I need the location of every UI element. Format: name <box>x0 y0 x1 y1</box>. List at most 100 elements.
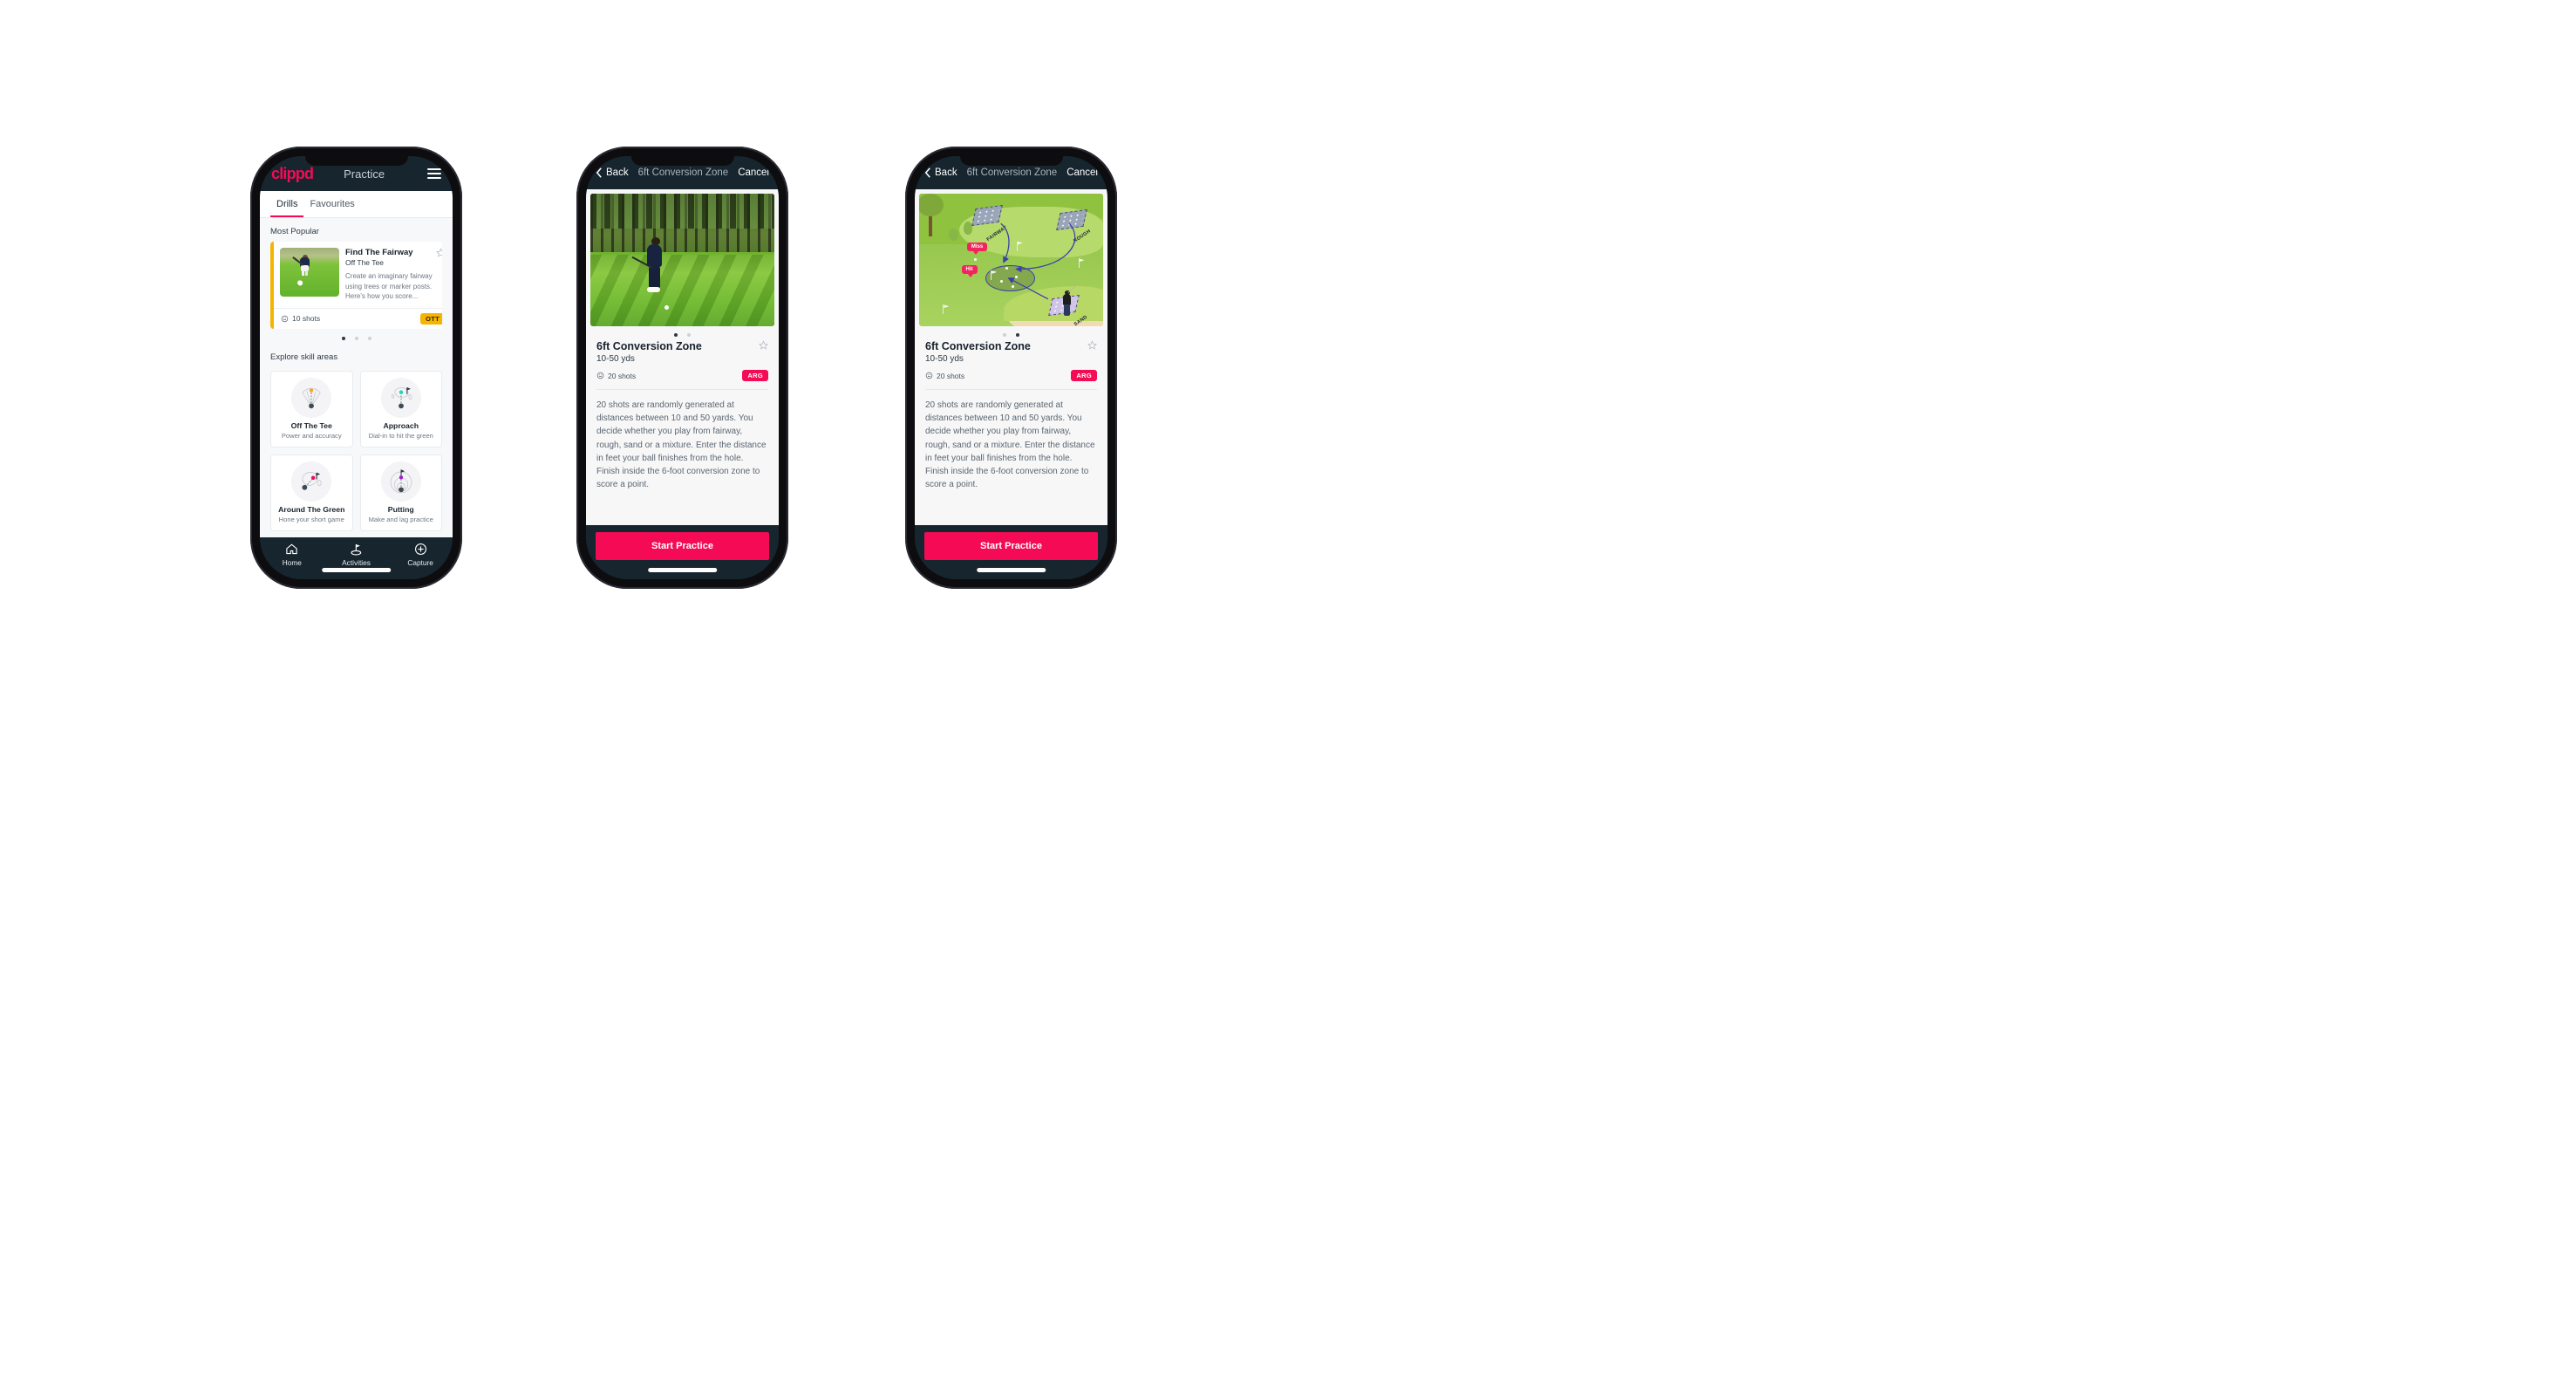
modal-title: 6ft Conversion Zone <box>966 167 1058 178</box>
flag-pin-icon <box>1016 241 1018 251</box>
skill-desc: Power and accuracy <box>281 431 342 440</box>
drill-info: 6ft Conversion Zone 10-50 yds 20 shots A… <box>586 338 779 381</box>
star-outline-icon[interactable] <box>759 340 768 350</box>
golf-ball <box>1014 276 1018 279</box>
drill-detail-body: 6ft Conversion Zone 10-50 yds 20 shots A… <box>586 189 779 525</box>
drill-media-illustration[interactable]: FAIRWAY ROUGH SAND Miss Hit <box>919 194 1103 326</box>
carousel-dot-2[interactable] <box>354 336 358 340</box>
drill-distance: 10-50 yds <box>925 354 964 364</box>
carousel-dot-1[interactable] <box>674 333 678 337</box>
skill-desc: Dial-in to hit the green <box>368 431 433 440</box>
drill-badge-arg: ARG <box>742 370 768 381</box>
cancel-button[interactable]: Cancel <box>1067 167 1098 178</box>
approach-green-icon <box>380 377 421 418</box>
flag-pin-icon <box>991 270 992 281</box>
flag-pin-icon <box>943 304 944 315</box>
drill-shots-label: 20 shots <box>608 371 637 380</box>
bottom-nav: Home Activities Capture <box>260 537 453 579</box>
home-indicator <box>976 568 1046 572</box>
nav-label: Home <box>282 558 302 567</box>
phone-notch <box>630 156 734 166</box>
section-heading-most-popular: Most Popular <box>270 227 319 236</box>
flag-pin-icon <box>1078 258 1080 269</box>
tab-drills[interactable]: Drills <box>270 191 304 217</box>
drill-card-find-the-fairway[interactable]: Find The Fairway Off The Tee Create an i… <box>270 242 442 329</box>
back-button[interactable]: Back <box>596 167 629 178</box>
phone-mockup-practice-list: clippd Practice Drills Favourites Most P… <box>250 147 462 589</box>
chevron-left-icon <box>596 167 602 178</box>
skill-card-off-the-tee[interactable]: Off The Tee Power and accuracy <box>270 370 353 448</box>
page-title: Practice <box>344 167 385 181</box>
chip-green-icon <box>291 461 332 502</box>
skill-card-approach[interactable]: Approach Dial-in to hit the green <box>359 370 442 448</box>
phone-mockup-drill-detail-diagram: Back 6ft Conversion Zone Cancel FAIRWAY <box>905 147 1117 589</box>
skill-card-putting[interactable]: Putting Make and lag practice <box>359 454 442 531</box>
carousel-dot-2[interactable] <box>687 333 691 337</box>
home-icon <box>260 542 324 557</box>
start-practice-button[interactable]: Start Practice <box>596 532 769 560</box>
drill-shots: 20 shots <box>925 372 964 380</box>
nav-item-home[interactable]: Home <box>260 542 324 567</box>
chevron-left-icon <box>924 167 930 178</box>
drill-carousel[interactable]: Find The Fairway Off The Tee Create an i… <box>270 242 442 329</box>
carousel-dot-2[interactable] <box>1016 333 1019 337</box>
screenshot-canvas: clippd Practice Drills Favourites Most P… <box>0 0 2576 1387</box>
modal-title: 6ft Conversion Zone <box>637 167 729 178</box>
tee-dispersion-icon <box>291 377 332 418</box>
golfer-photo-figure <box>631 237 664 293</box>
drill-shots: 10 shots <box>281 314 320 323</box>
skill-name: Approach <box>383 420 419 430</box>
drill-subtitle: Off The Tee <box>345 258 384 267</box>
shots-clock-icon <box>596 372 604 379</box>
carousel-dots <box>586 326 779 338</box>
cancel-button[interactable]: Cancel <box>738 167 769 178</box>
home-indicator <box>321 568 392 572</box>
plus-circle-icon <box>388 542 453 557</box>
skill-name: Off The Tee <box>290 420 332 430</box>
drill-title: 6ft Conversion Zone <box>596 340 702 352</box>
shots-clock-icon <box>281 315 289 323</box>
golf-ball <box>1011 284 1014 288</box>
drill-info: 6ft Conversion Zone 10-50 yds 20 shots A… <box>915 338 1107 381</box>
golf-ball <box>1005 266 1009 270</box>
back-label: Back <box>935 167 957 178</box>
back-label: Back <box>606 167 629 178</box>
phone-notch <box>959 156 1063 166</box>
drill-badge-ott: OTT <box>420 312 442 325</box>
nav-item-activities[interactable]: Activities <box>324 542 389 567</box>
hit-tag: Hit <box>961 265 978 278</box>
phone-mockup-drill-detail-photo: Back 6ft Conversion Zone Cancel 6ft Conv… <box>576 147 788 589</box>
nav-label: Capture <box>407 558 433 567</box>
nav-item-capture[interactable]: Capture <box>388 542 453 567</box>
drill-title: Find The Fairway <box>345 248 413 257</box>
carousel-dot-3[interactable] <box>367 336 371 340</box>
golfer-illustration <box>292 255 310 276</box>
phone-notch <box>304 156 408 166</box>
star-outline-icon[interactable] <box>436 248 442 257</box>
drill-description: 20 shots are randomly generated at dista… <box>596 400 767 490</box>
hamburger-menu-icon[interactable] <box>427 168 441 179</box>
drill-shots-label: 20 shots <box>937 371 965 380</box>
home-indicator <box>647 568 718 572</box>
putting-rings-icon <box>380 461 421 502</box>
nav-label: Activities <box>342 558 371 567</box>
skill-areas-grid: Off The Tee Power and accuracy Approach … <box>270 370 442 531</box>
skill-name: Putting <box>387 504 414 514</box>
fairway-shadows <box>590 254 774 326</box>
carousel-dots <box>270 329 442 344</box>
start-practice-button[interactable]: Start Practice <box>924 532 1098 560</box>
tab-favourites[interactable]: Favourites <box>303 191 360 217</box>
skill-card-around-the-green[interactable]: Around The Green Hone your short game <box>270 454 353 531</box>
carousel-dot-1[interactable] <box>341 336 345 340</box>
golf-flag-icon <box>324 542 389 557</box>
carousel-dot-1[interactable] <box>1003 333 1006 337</box>
section-heading-explore: Explore skill areas <box>270 352 338 362</box>
golf-ball <box>999 279 1003 283</box>
back-button[interactable]: Back <box>924 167 957 178</box>
tab-bar: Drills Favourites <box>260 191 453 218</box>
drill-media-photo[interactable] <box>590 194 774 326</box>
miss-tag: Miss <box>966 243 988 256</box>
drill-detail-body: FAIRWAY ROUGH SAND Miss Hit 6ft Conversi… <box>915 189 1107 525</box>
star-outline-icon[interactable] <box>1087 340 1097 350</box>
drill-shots: 20 shots <box>596 372 636 380</box>
